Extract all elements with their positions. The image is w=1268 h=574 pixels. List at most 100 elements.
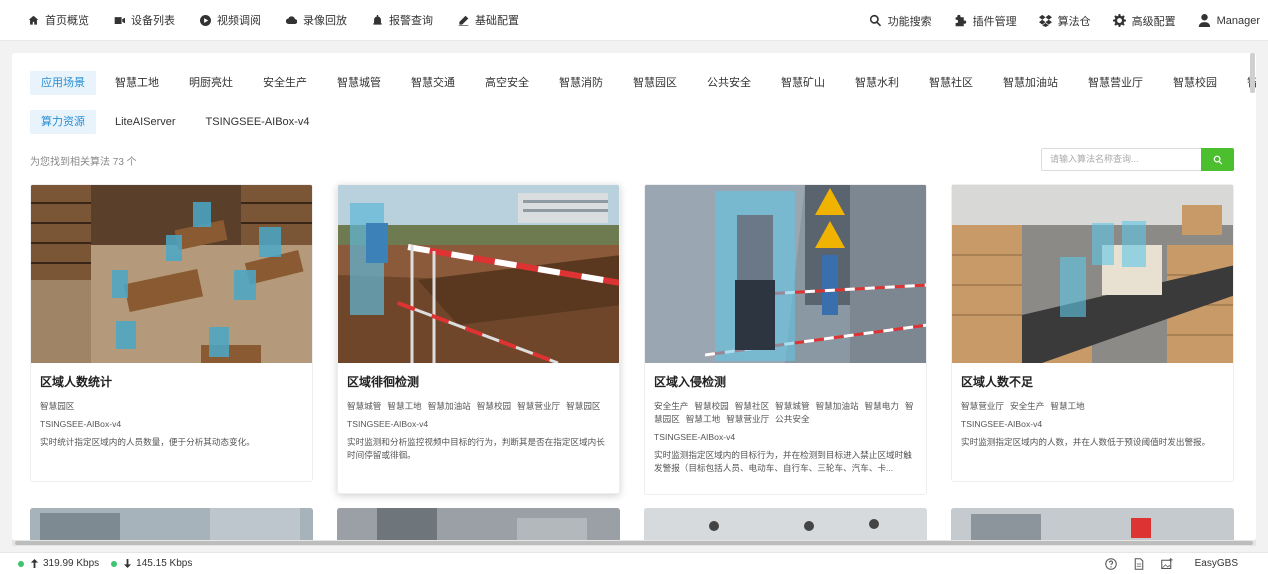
compute-tab-aibox[interactable]: TSINGSEE-AIBox-v4	[195, 110, 321, 134]
scrollbar-thumb[interactable]	[15, 541, 1253, 545]
card-server: TSINGSEE-AIBox-v4	[347, 419, 429, 429]
search-icon	[869, 14, 881, 27]
card-tag: 智慧工地	[1050, 401, 1085, 411]
card-tag: 安全生产	[1009, 401, 1045, 411]
nav-algorithm-store-label: 算法仓	[1057, 15, 1091, 28]
card-title: 区域人数不足	[961, 375, 1034, 389]
card-tag: 智慧营业厅	[726, 414, 770, 424]
status-actions: EasyGBS	[1104, 557, 1238, 570]
card-tag: 智慧城管	[347, 401, 382, 411]
dropbox-icon	[1038, 14, 1052, 27]
card-tags: 智慧城管 智慧工地 智慧加油站 智慧校园 智慧营业厅 智慧园区	[347, 400, 610, 413]
download-rate-value: 145.15 Kbps	[136, 558, 193, 569]
scene-tab-height[interactable]: 高空安全	[474, 71, 540, 95]
nav-basic-config[interactable]: 基础配置	[458, 12, 519, 28]
algorithm-panel: 应用场景 智慧工地 明厨亮灶 安全生产 智慧城管 智慧交通 高空安全 智慧消防 …	[12, 53, 1256, 540]
user-icon	[1198, 14, 1210, 27]
card-tag: 智慧加油站	[815, 401, 859, 411]
scene-tab-traffic[interactable]: 智慧交通	[400, 71, 466, 95]
help-icon[interactable]	[1104, 557, 1117, 570]
nav-alarm-query[interactable]: 报警查询	[372, 12, 433, 28]
scene-tab-park[interactable]: 智慧园区	[622, 71, 688, 95]
nav-video-view-label: 视频调阅	[217, 15, 261, 27]
card-description: 实时统计指定区域内的人员数量，便于分析其动态变化。	[40, 437, 255, 447]
card-tag: 公共安全	[775, 414, 810, 424]
card-tag: 智慧校园	[476, 401, 512, 411]
nav-user-menu[interactable]: Manager	[1198, 14, 1260, 27]
card-tags: 智慧园区	[40, 400, 303, 413]
document-icon[interactable]	[1133, 557, 1145, 570]
card-server: TSINGSEE-AIBox-v4	[654, 432, 736, 442]
scene-tab-construction[interactable]: 智慧工地	[104, 71, 170, 95]
nav-advanced-config[interactable]: 高级配置	[1112, 13, 1176, 29]
nav-home[interactable]: 首页概览	[28, 12, 89, 28]
scene-tab-business-hall[interactable]: 智慧营业厅	[1077, 71, 1154, 95]
algorithm-card-preview[interactable]	[30, 508, 313, 540]
nav-alarm-query-label: 报警查询	[389, 15, 433, 27]
scene-tab-kitchen[interactable]: 明厨亮灶	[178, 71, 244, 95]
result-count: 为您找到相关算法 73 个	[30, 157, 137, 168]
card-tag: 智慧城管	[775, 401, 810, 411]
nav-plugin-manage-label: 插件管理	[972, 15, 1017, 28]
scene-tab-campus[interactable]: 智慧校园	[1162, 71, 1228, 95]
scene-tab-water[interactable]: 智慧水利	[844, 71, 910, 95]
search-input[interactable]: 请输入算法名称查询...	[1041, 148, 1201, 171]
card-title: 区域入侵检测	[654, 375, 727, 389]
nav-advanced-config-label: 高级配置	[1131, 15, 1176, 28]
card-image-library	[31, 185, 312, 363]
nav-playback[interactable]: 录像回放	[286, 12, 347, 28]
play-circle-icon	[200, 14, 211, 26]
scene-tab-fire[interactable]: 智慧消防	[548, 71, 614, 95]
nav-plugin-manage[interactable]: 插件管理	[954, 13, 1017, 29]
card-image-warehouse	[952, 185, 1233, 363]
algorithm-card-preview[interactable]	[644, 508, 927, 540]
search-button[interactable]	[1201, 148, 1234, 171]
nav-function-search[interactable]: 功能搜索	[869, 13, 932, 29]
algorithm-card[interactable]: 区域人数统计 智慧园区 TSINGSEE-AIBox-v4 实时统计指定区域内的…	[30, 184, 313, 482]
scene-tab-city[interactable]: 智慧城管	[326, 71, 392, 95]
status-bar: 319.99 Kbps 145.15 Kbps EasyGBS	[0, 552, 1268, 574]
algorithm-card[interactable]: 区域入侵检测 安全生产 智慧校园 智慧社区 智慧城管 智慧加油站 智慧电力 智慧园区 智慧工地…	[644, 184, 927, 495]
card-tag: 智慧电力	[864, 401, 899, 411]
puzzle-icon	[955, 14, 966, 27]
card-tag: 智慧工地	[387, 401, 422, 411]
card-image-intrusion	[645, 185, 926, 363]
compute-tab-liteaiserver[interactable]: LiteAIServer	[104, 110, 187, 134]
scene-tab-gas-station[interactable]: 智慧加油站	[992, 71, 1069, 95]
home-icon	[28, 15, 39, 25]
nav-video-view[interactable]: 视频调阅	[200, 12, 261, 28]
scene-filter-row: 应用场景 智慧工地 明厨亮灶 安全生产 智慧城管 智慧交通 高空安全 智慧消防 …	[30, 71, 1256, 95]
card-title: 区域徘徊检测	[347, 375, 420, 389]
online-dot	[111, 560, 118, 567]
algorithm-search: 请输入算法名称查询...	[1041, 148, 1234, 171]
top-navbar: 首页概览 设备列表 视频调阅 录像回放 报警查询 基础配置 功能搜索 插件管理 …	[0, 0, 1268, 41]
card-tags: 智慧营业厅 安全生产 智慧工地	[961, 400, 1224, 413]
scene-tab-community[interactable]: 智慧社区	[918, 71, 984, 95]
card-tag: 智慧工地	[685, 414, 721, 424]
image-add-icon[interactable]	[1160, 557, 1173, 570]
gear-icon	[1112, 14, 1126, 27]
card-tag: 智慧营业厅	[517, 401, 561, 411]
algorithm-card[interactable]: 区域徘徊检测 智慧城管 智慧工地 智慧加油站 智慧校园 智慧营业厅 智慧园区 TSINGS…	[337, 184, 620, 494]
online-dot	[18, 560, 24, 567]
nav-playback-label: 录像回放	[303, 15, 347, 27]
algorithm-card-preview[interactable]	[337, 508, 620, 540]
algorithm-card-preview[interactable]	[951, 508, 1234, 540]
card-tag: 智慧校园	[694, 401, 729, 411]
horizontal-scrollbar[interactable]	[12, 540, 1256, 546]
upload-rate-value: 319.99 Kbps	[43, 558, 100, 569]
scene-tab-safety[interactable]: 安全生产	[252, 71, 318, 95]
vertical-scrollbar[interactable]	[1250, 53, 1255, 93]
scene-tab-mine[interactable]: 智慧矿山	[770, 71, 836, 95]
scene-tab-public[interactable]: 公共安全	[696, 71, 762, 95]
utility-nav: 功能搜索 插件管理 算法仓 高级配置 Manager	[847, 0, 1260, 41]
scene-tab-header[interactable]: 应用场景	[30, 71, 96, 95]
algorithm-card[interactable]: 区域人数不足 智慧营业厅 安全生产 智慧工地 TSINGSEE-AIBox-v4 实…	[951, 184, 1234, 482]
compute-tab-header[interactable]: 算力资源	[30, 110, 96, 134]
card-server: TSINGSEE-AIBox-v4	[40, 419, 122, 429]
arrow-down-icon	[124, 559, 132, 568]
nav-algorithm-store[interactable]: 算法仓	[1038, 13, 1091, 29]
nav-device-list[interactable]: 设备列表	[114, 12, 175, 28]
nav-home-label: 首页概览	[45, 15, 89, 27]
card-tags: 安全生产 智慧校园 智慧社区 智慧城管 智慧加油站 智慧电力 智慧园区 智慧工地 智慧营业厅 公共…	[654, 400, 917, 426]
